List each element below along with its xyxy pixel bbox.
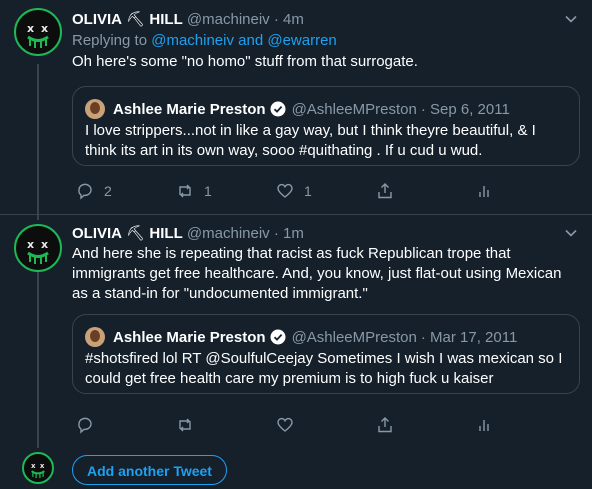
analytics-icon: [479, 186, 489, 197]
quoted-tweet-header: Ashlee Marie Preston @AshleeMPreston · M…: [85, 327, 517, 347]
verified-badge-icon: [270, 101, 286, 117]
quoted-author-name: Ashlee Marie Preston: [113, 328, 266, 346]
retweet-icon: [179, 418, 191, 432]
reply-icon: [78, 183, 92, 200]
tweet-text: And here she is repeating that racist as…: [72, 245, 566, 302]
reply-button[interactable]: [76, 416, 104, 434]
verified-badge-icon: [270, 329, 286, 345]
avatar: x x: [22, 452, 54, 484]
tweet-text: Oh here's some "no homo" stuff from that…: [72, 53, 418, 70]
like-button[interactable]: [276, 416, 304, 434]
author-handle[interactable]: @machineiv: [187, 225, 270, 242]
author-name[interactable]: OLIVIA: [72, 225, 122, 242]
share-icon: [378, 417, 392, 433]
reply-icon: [78, 417, 92, 434]
like-button[interactable]: 1: [276, 182, 312, 200]
replying-prefix: Replying to: [72, 32, 152, 49]
chevron-down-icon[interactable]: [564, 226, 578, 240]
analytics-button[interactable]: [476, 182, 504, 200]
quoted-tweet[interactable]: Ashlee Marie Preston @AshleeMPreston · S…: [72, 86, 580, 166]
svg-text:x: x: [40, 462, 45, 470]
tweet-header: OLIVIA ⛏ HILL @machineiv · 1m: [72, 224, 304, 242]
quoted-author-handle: @AshleeMPreston: [291, 328, 417, 346]
replying-to: Replying to @machineiv and @ewarren: [72, 32, 337, 49]
svg-text:x: x: [31, 462, 36, 470]
share-button[interactable]: [376, 416, 404, 434]
author-name-suffix[interactable]: HILL: [149, 225, 182, 242]
mention-link[interactable]: @machineiv: [151, 32, 234, 49]
share-icon: [378, 183, 392, 199]
like-count: 1: [304, 183, 312, 199]
svg-text:x: x: [41, 22, 48, 35]
skull-avatar-icon: x x: [27, 238, 49, 264]
author-handle[interactable]: @machineiv: [187, 11, 270, 28]
tweet-actions: [72, 416, 508, 436]
analytics-button[interactable]: [476, 416, 504, 434]
avatar: [85, 99, 105, 119]
quoted-tweet-date: · Sep 6, 2011: [420, 100, 510, 118]
chevron-down-icon[interactable]: [564, 12, 578, 26]
quoted-tweet[interactable]: Ashlee Marie Preston @AshleeMPreston · M…: [72, 314, 580, 394]
retweet-count: 1: [204, 183, 212, 199]
avatar[interactable]: x x: [14, 8, 62, 56]
analytics-icon: [479, 420, 489, 431]
svg-text:x: x: [27, 238, 34, 251]
author-name[interactable]: OLIVIA: [72, 11, 122, 28]
quoted-tweet-text: I love strippers...not in like a gay way…: [85, 122, 536, 159]
quoted-author-handle: @AshleeMPreston: [291, 100, 417, 118]
add-another-tweet-button[interactable]: Add another Tweet: [72, 455, 227, 485]
quoted-tweet-text: #shotsfired lol RT @SoulfulCeejay Someti…: [85, 350, 563, 387]
retweet-button[interactable]: [176, 416, 204, 434]
avatar: [85, 327, 105, 347]
retweet-icon: [179, 184, 191, 198]
tweet-actions: 2 1 1: [72, 182, 508, 202]
reply-button[interactable]: 2: [76, 182, 112, 200]
svg-text:x: x: [27, 22, 34, 35]
quoted-tweet-header: Ashlee Marie Preston @AshleeMPreston · S…: [85, 99, 510, 119]
tweet-time[interactable]: · 1m: [274, 225, 304, 242]
retweet-button[interactable]: 1: [176, 182, 212, 200]
quoted-author-name: Ashlee Marie Preston: [113, 100, 266, 118]
heart-icon: [277, 183, 293, 198]
quoted-tweet-date: · Mar 17, 2011: [420, 328, 518, 346]
heart-icon: [277, 417, 293, 432]
svg-text:x: x: [41, 238, 48, 251]
tweet[interactable]: x x OLIVIA ⛏ HILL @machineiv · 1m And he…: [0, 214, 592, 440]
tweet[interactable]: x x OLIVIA ⛏ HILL @machineiv · 4m Replyi…: [0, 0, 592, 214]
replying-and[interactable]: and: [234, 32, 267, 49]
avatar[interactable]: x x: [14, 224, 62, 272]
skull-avatar-icon: x x: [27, 22, 49, 48]
tweet-time[interactable]: · 4m: [274, 11, 304, 28]
share-button[interactable]: [376, 182, 404, 200]
pickaxe-icon: ⛏: [126, 225, 146, 242]
mention-link[interactable]: @ewarren: [267, 32, 336, 49]
skull-avatar-icon: x x: [31, 462, 45, 479]
tweet-header: OLIVIA ⛏ HILL @machineiv · 4m: [72, 10, 304, 28]
pickaxe-icon: ⛏: [126, 11, 146, 28]
reply-count: 2: [104, 183, 112, 199]
author-name-suffix[interactable]: HILL: [149, 11, 182, 28]
